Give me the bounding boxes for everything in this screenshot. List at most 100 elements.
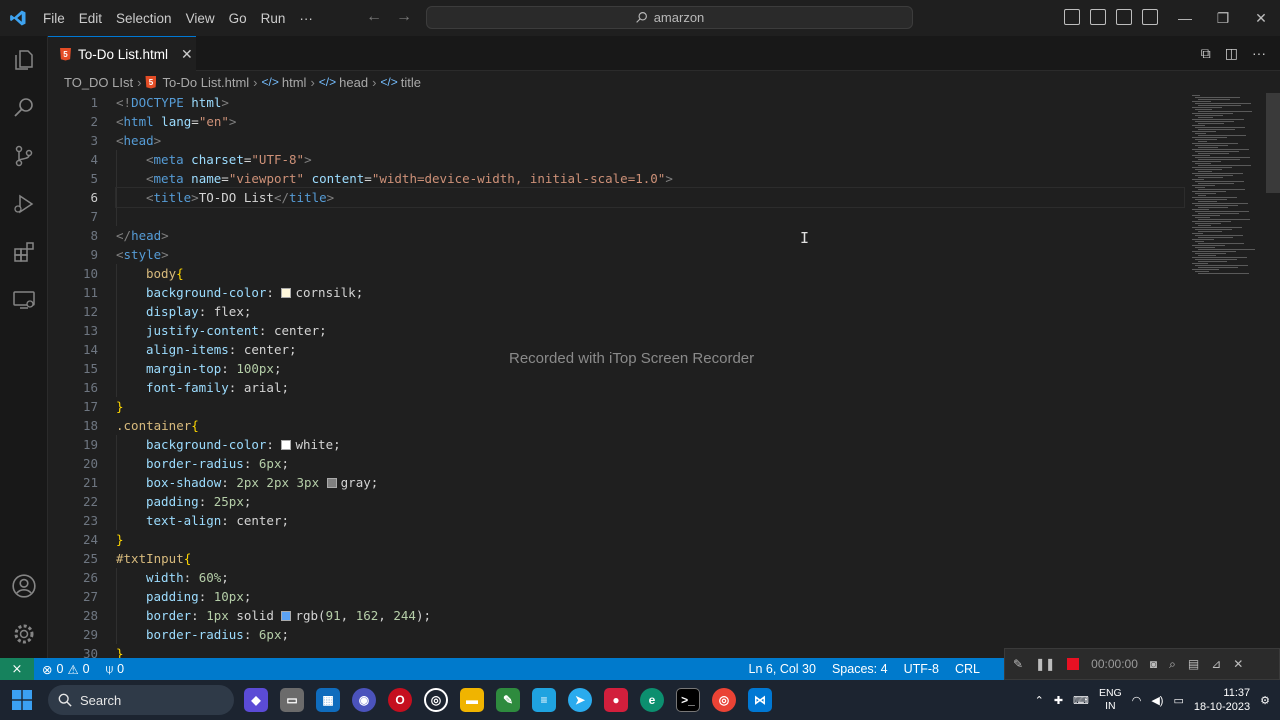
- cursor-position[interactable]: Ln 6, Col 30: [741, 662, 824, 676]
- edge-icon[interactable]: e: [640, 688, 664, 712]
- close-tab-icon[interactable]: ✕: [181, 46, 193, 63]
- stop-record-icon[interactable]: [1067, 658, 1080, 670]
- code-line[interactable]: }: [116, 397, 1176, 416]
- code-line[interactable]: justify-content: center;: [116, 321, 1176, 340]
- breadcrumb-html[interactable]: html: [282, 75, 307, 90]
- code-line[interactable]: <html lang="en">: [116, 112, 1176, 131]
- input-language[interactable]: ENG IN: [1099, 687, 1122, 713]
- camera-icon[interactable]: ◙: [1150, 657, 1157, 671]
- file-encoding[interactable]: UTF-8: [896, 662, 947, 676]
- minimize-icon[interactable]: —: [1166, 0, 1204, 36]
- edit-icon[interactable]: ⊿: [1211, 657, 1221, 671]
- code-line[interactable]: #txtInput{: [116, 549, 1176, 568]
- forward-arrow-icon[interactable]: →: [396, 8, 412, 26]
- extensions-icon[interactable]: [10, 238, 38, 266]
- menu-file[interactable]: File: [36, 11, 72, 26]
- code-line[interactable]: background-color: cornsilk;: [116, 283, 1176, 302]
- code-line[interactable]: border-radius: 6px;: [116, 625, 1176, 644]
- remote-indicator-icon[interactable]: ⨯: [0, 658, 34, 680]
- clock[interactable]: 11:37 18-10-2023: [1194, 686, 1250, 714]
- breadcrumb-folder[interactable]: TO_DO LIst: [64, 75, 133, 90]
- accounts-icon[interactable]: [10, 572, 38, 600]
- keyboard-icon[interactable]: ⌨: [1073, 694, 1089, 707]
- color-swatch[interactable]: [281, 440, 292, 450]
- pen-icon[interactable]: ✎: [1013, 657, 1023, 671]
- breadcrumb-title[interactable]: title: [401, 75, 421, 90]
- open-preview-icon[interactable]: ⧉: [1201, 45, 1211, 62]
- zoom-icon[interactable]: ⌕: [1169, 657, 1176, 672]
- color-swatch[interactable]: [281, 611, 292, 621]
- code-line[interactable]: padding: 10px;: [116, 587, 1176, 606]
- color-swatch[interactable]: [326, 478, 337, 488]
- app-tray-icon[interactable]: ✚: [1054, 694, 1063, 707]
- notes-icon[interactable]: ≡: [532, 688, 556, 712]
- opera-icon[interactable]: O: [388, 688, 412, 712]
- menu-edit[interactable]: Edit: [72, 11, 109, 26]
- pause-icon[interactable]: ❚❚: [1035, 657, 1055, 671]
- more-actions-icon[interactable]: ···: [1252, 45, 1266, 62]
- wifi-icon[interactable]: ◠: [1132, 694, 1142, 707]
- ports-indicator[interactable]: ⍦ 0: [98, 662, 132, 677]
- code-editor[interactable]: 1 2 3 4 5 6 7 8 9 10 11 12 13 14 15 16 17 18 19 20 21 22 23 24 2…: [48, 93, 1280, 658]
- close-window-icon[interactable]: ✕: [1242, 0, 1280, 36]
- code-line[interactable]: <!DOCTYPE html>: [116, 93, 1176, 112]
- vscode-taskbar-icon[interactable]: ⋈: [748, 688, 772, 712]
- remote-explorer-icon[interactable]: [10, 286, 38, 314]
- start-button[interactable]: [0, 680, 44, 720]
- code-area[interactable]: <!DOCTYPE html> <html lang="en"> <head> <me…: [115, 93, 1185, 658]
- annotate-icon[interactable]: ▤: [1188, 657, 1199, 671]
- code-line[interactable]: <meta charset="UTF-8">: [116, 150, 1176, 169]
- screen-recorder-icon[interactable]: ●: [604, 688, 628, 712]
- code-line[interactable]: .container{: [116, 416, 1176, 435]
- close-recorder-icon[interactable]: ✕: [1233, 657, 1243, 671]
- code-line[interactable]: border-radius: 6px;: [116, 454, 1176, 473]
- minimap[interactable]: [1188, 93, 1268, 274]
- settings-gear-icon[interactable]: ⚙: [1260, 694, 1270, 707]
- battery-icon[interactable]: ▭: [1173, 694, 1183, 707]
- explorer-icon[interactable]: [10, 46, 38, 74]
- toggle-secondary-sidebar-icon[interactable]: [1116, 9, 1132, 25]
- code-line[interactable]: <title>TO-DO List</title>: [115, 187, 1185, 208]
- vertical-scrollbar[interactable]: [1266, 93, 1280, 193]
- file-explorer-icon[interactable]: ▬: [460, 688, 484, 712]
- chrome-icon[interactable]: ◎: [712, 688, 736, 712]
- github-icon[interactable]: ◎: [424, 688, 448, 712]
- menu-selection[interactable]: Selection: [109, 11, 179, 26]
- settings-gear-icon[interactable]: [10, 620, 38, 648]
- code-line[interactable]: }: [116, 530, 1176, 549]
- copilot-icon[interactable]: ◆: [244, 688, 268, 712]
- terminal-icon[interactable]: >_: [676, 688, 700, 712]
- teams-icon[interactable]: ◉: [352, 688, 376, 712]
- code-line[interactable]: font-family: arial;: [116, 378, 1176, 397]
- back-arrow-icon[interactable]: ←: [366, 8, 382, 26]
- breadcrumb-head[interactable]: head: [339, 75, 368, 90]
- tab-todo-list-html[interactable]: 5 To-Do List.html ✕: [48, 36, 196, 71]
- color-swatch[interactable]: [281, 288, 292, 298]
- code-line[interactable]: padding: 25px;: [116, 492, 1176, 511]
- indentation[interactable]: Spaces: 4: [824, 662, 896, 676]
- code-line[interactable]: <head>: [116, 131, 1176, 150]
- breadcrumb-file[interactable]: To-Do List.html: [162, 75, 249, 90]
- menu-run[interactable]: Run: [254, 11, 293, 26]
- command-center-search[interactable]: amarzon: [426, 6, 913, 29]
- chevron-up-icon[interactable]: ⌃: [1035, 694, 1044, 707]
- source-control-icon[interactable]: [10, 142, 38, 170]
- toggle-primary-sidebar-icon[interactable]: [1064, 9, 1080, 25]
- code-line[interactable]: box-shadow: 2px 2px 3px gray;: [116, 473, 1176, 492]
- menu-more[interactable]: ···: [292, 11, 320, 26]
- telegram-icon[interactable]: ➤: [568, 688, 592, 712]
- code-line[interactable]: text-align: center;: [116, 511, 1176, 530]
- menu-view[interactable]: View: [179, 11, 222, 26]
- customize-layout-icon[interactable]: [1142, 9, 1158, 25]
- volume-icon[interactable]: ◀): [1151, 694, 1163, 707]
- code-line[interactable]: width: 60%;: [116, 568, 1176, 587]
- problems-indicator[interactable]: ⊗ 0 ⚠ 0: [34, 662, 98, 677]
- toggle-panel-icon[interactable]: [1090, 9, 1106, 25]
- code-line[interactable]: body{: [116, 264, 1176, 283]
- task-view-icon[interactable]: ▭: [280, 688, 304, 712]
- code-line[interactable]: background-color: white;: [116, 435, 1176, 454]
- menu-go[interactable]: Go: [222, 11, 254, 26]
- taskbar-search[interactable]: Search: [48, 685, 234, 715]
- code-line[interactable]: <style>: [116, 245, 1176, 264]
- code-line[interactable]: </head>: [116, 226, 1176, 245]
